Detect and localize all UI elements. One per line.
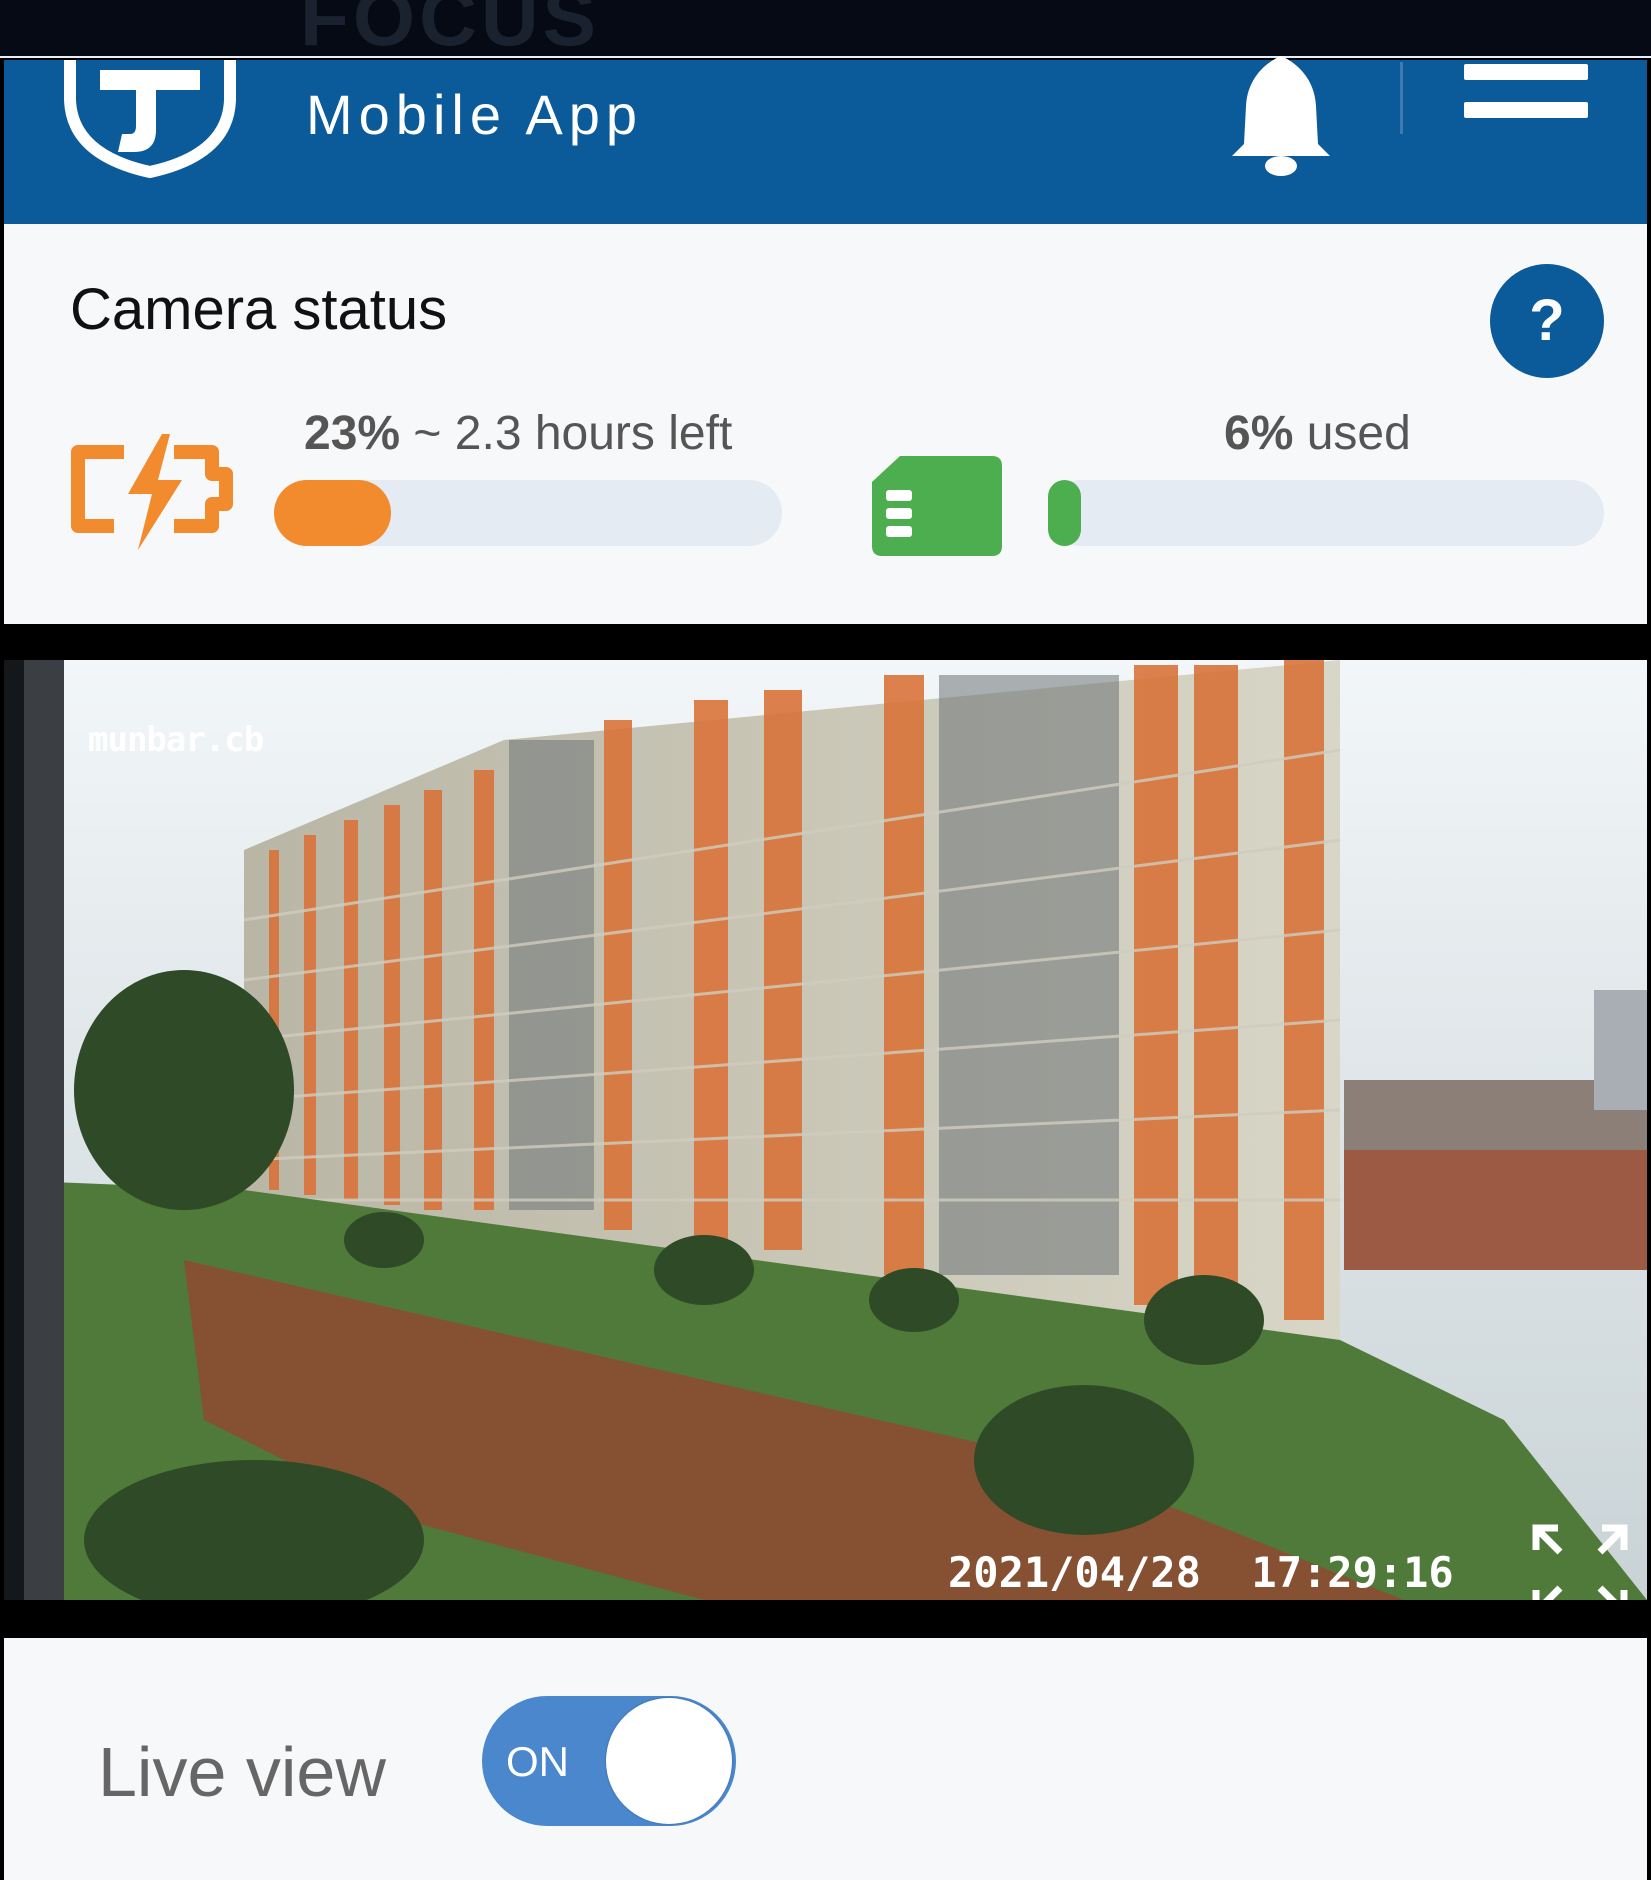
storage-progress-fill <box>1048 480 1082 546</box>
battery-charging-icon <box>71 434 233 550</box>
toggle-knob[interactable] <box>606 1698 732 1824</box>
camera-status-title: Camera status <box>70 277 448 342</box>
battery-remaining: ~ 2.3 hours left <box>400 407 733 460</box>
bell-icon[interactable] <box>1226 56 1336 180</box>
camera-overlay-tag: munbar.cb <box>88 720 264 760</box>
storage-label: 6% used <box>1224 406 1411 461</box>
battery-percent: 23% <box>304 407 401 460</box>
camera-feed-image[interactable]: munbar.cb 2021/04/28 17:29:16 <box>4 660 1647 1600</box>
fullscreen-expand-icon[interactable] <box>1530 1522 1630 1600</box>
camera-timestamp: 2021/04/28 17:29:16 <box>948 1548 1454 1597</box>
header-separator <box>1400 62 1403 134</box>
camera-scene <box>4 660 1647 1600</box>
storage-used: used <box>1293 407 1411 460</box>
shield-logo-icon[interactable] <box>60 60 240 178</box>
hamburger-menu-icon[interactable] <box>1464 64 1588 130</box>
battery-progress-fill <box>274 480 391 546</box>
app-subtitle: Mobile App <box>306 83 644 146</box>
camera-status-card: Camera status ? 23% ~ 2.3 hours left 6% … <box>4 224 1647 624</box>
status-strip: FOCUS <box>0 0 1651 58</box>
live-view-label: Live view <box>98 1733 386 1811</box>
app-header: Mobile App <box>4 56 1647 224</box>
live-view-toggle[interactable]: ON <box>482 1696 736 1826</box>
battery-progress-bar <box>274 480 782 546</box>
storage-percent: 6% <box>1224 407 1294 460</box>
header-app-name: FOCUS <box>300 0 600 58</box>
battery-label: 23% ~ 2.3 hours left <box>304 406 732 461</box>
toggle-on-text: ON <box>506 1738 569 1785</box>
live-view-row: Live view ON <box>4 1638 1647 1880</box>
storage-progress-bar <box>1048 480 1604 546</box>
sd-card-icon <box>872 456 1002 556</box>
camera-view[interactable]: munbar.cb 2021/04/28 17:29:16 <box>4 626 1647 1636</box>
header-divider <box>0 56 1651 58</box>
help-button[interactable]: ? <box>1490 264 1604 378</box>
